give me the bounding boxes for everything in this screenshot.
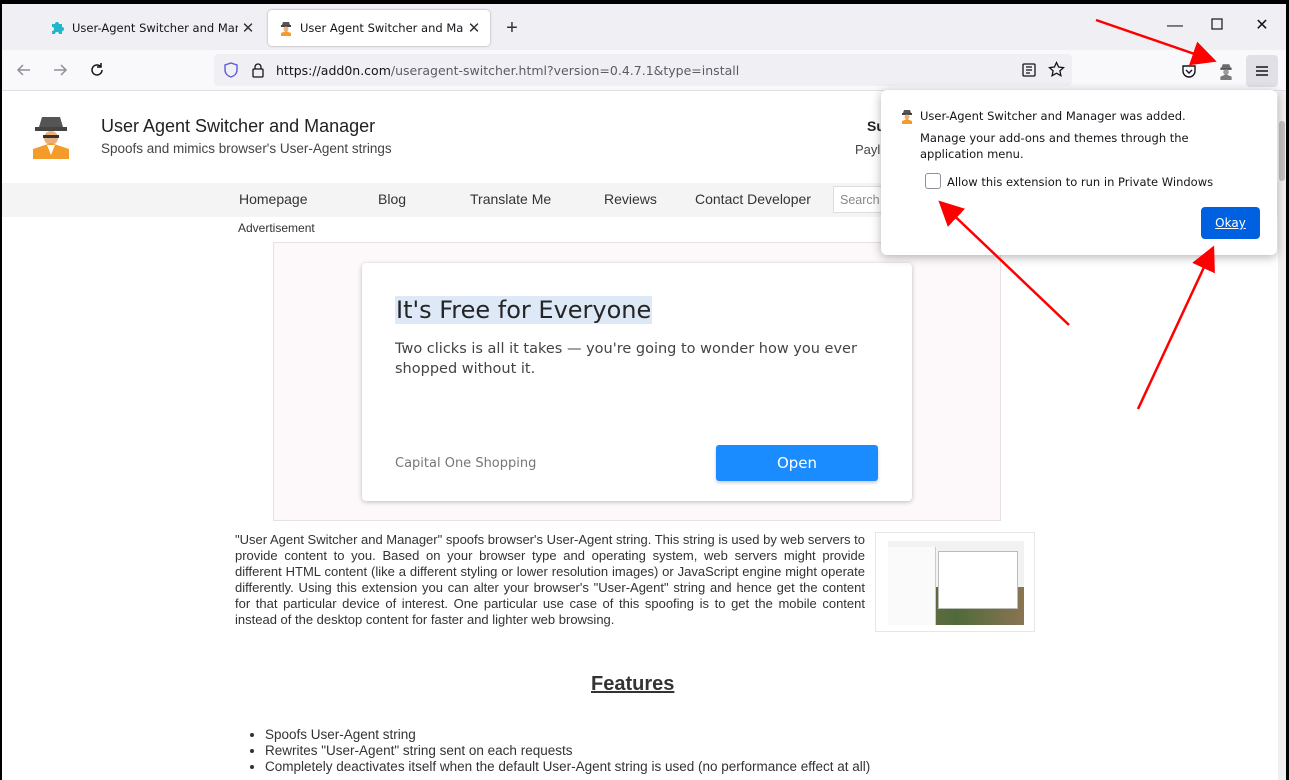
menu-blog[interactable]: Blog: [378, 191, 406, 207]
close-tab-icon[interactable]: ✕: [464, 19, 484, 37]
minimize-button[interactable]: —: [1165, 16, 1185, 36]
url-bar[interactable]: https://add0n.com/useragent-switcher.htm…: [214, 54, 1072, 86]
description-text: "User Agent Switcher and Manager" spoofs…: [235, 532, 865, 627]
site-title: User Agent Switcher and Manager: [101, 116, 376, 136]
page-scrollbar[interactable]: [1278, 91, 1286, 780]
ad-brand: Capital One Shopping: [395, 456, 537, 471]
paypal-label[interactable]: Payl: [855, 142, 880, 157]
back-arrow-icon: [16, 64, 30, 76]
thumbnail-sidebar: [888, 547, 936, 625]
ad-frame: It's Free for Everyone Two clicks is all…: [273, 242, 1001, 521]
app-menu-button[interactable]: [1246, 55, 1278, 87]
screenshot-thumbnail[interactable]: [875, 532, 1035, 632]
puzzle-icon: [50, 20, 66, 36]
okay-button[interactable]: Okay: [1201, 207, 1260, 239]
site-subtitle: Spoofs and mimics browser's User-Agent s…: [101, 141, 392, 156]
list-item: Spoofs User-Agent string: [265, 727, 870, 743]
back-button[interactable]: [12, 58, 36, 82]
close-window-button[interactable]: ✕: [1252, 16, 1272, 36]
bookmark-star-icon[interactable]: [1048, 61, 1065, 78]
private-windows-label[interactable]: Allow this extension to run in Private W…: [947, 175, 1213, 189]
list-item: Rewrites "User-Agent" string sent on eac…: [265, 743, 870, 759]
ad-title: It's Free for Everyone: [395, 296, 653, 324]
close-tab-icon[interactable]: ✕: [238, 19, 258, 37]
menu-reviews[interactable]: Reviews: [604, 191, 657, 207]
url-path: /useragent-switcher.html?version=0.4.7.1…: [390, 62, 740, 78]
list-item: Completely deactivates itself when the d…: [265, 759, 870, 775]
thumbnail-image: [888, 541, 1024, 625]
thumbnail-dialog: [938, 551, 1018, 609]
tab-title: User-Agent Switcher and Manac: [72, 21, 238, 35]
extension-agent-icon[interactable]: [1217, 62, 1235, 80]
browser-window: User-Agent Switcher and Manac ✕ User Age…: [2, 4, 1286, 780]
nav-bar: https://add0n.com/useragent-switcher.htm…: [2, 50, 1286, 91]
tab-inactive[interactable]: User-Agent Switcher and Manac ✕: [40, 10, 264, 46]
popup-body: Manage your add-ons and themes through t…: [920, 131, 1189, 161]
tab-active[interactable]: User Agent Switcher and Manac ✕: [268, 10, 490, 46]
ad-text: Two clicks is all it takes — you're goin…: [395, 341, 857, 377]
reload-button[interactable]: [85, 58, 109, 82]
site-logo: [33, 117, 69, 159]
features-heading: Features: [591, 673, 675, 695]
menu-homepage[interactable]: Homepage: [239, 191, 308, 207]
maximize-icon: [1211, 18, 1223, 30]
pocket-icon[interactable]: [1181, 63, 1197, 79]
url-text[interactable]: https://add0n.com/useragent-switcher.htm…: [276, 63, 739, 78]
private-windows-checkbox[interactable]: [925, 173, 941, 189]
new-tab-button[interactable]: +: [500, 17, 524, 40]
menu-contact[interactable]: Contact Developer: [695, 191, 811, 207]
forward-arrow-icon: [54, 64, 68, 76]
ad-label: Advertisement: [238, 221, 315, 235]
reader-view-icon[interactable]: [1021, 62, 1037, 78]
url-host: https://add0n.com: [276, 62, 391, 78]
forward-button[interactable]: [48, 58, 72, 82]
agent-icon: [902, 110, 912, 124]
ad-open-button[interactable]: Open: [716, 445, 878, 481]
agent-icon: [278, 20, 294, 36]
tab-title: User Agent Switcher and Manac: [300, 21, 464, 35]
scrollbar-thumb[interactable]: [1279, 121, 1285, 181]
popup-title: User-Agent Switcher and Manager was adde…: [920, 109, 1186, 123]
tab-strip: User-Agent Switcher and Manac ✕ User Age…: [2, 4, 1286, 50]
maximize-button[interactable]: [1207, 16, 1227, 36]
features-list: Spoofs User-Agent string Rewrites "User-…: [265, 727, 870, 775]
shield-icon[interactable]: [223, 62, 239, 78]
lock-icon[interactable]: [251, 62, 265, 78]
addon-added-popup: User-Agent Switcher and Manager was adde…: [881, 90, 1277, 255]
menu-translate[interactable]: Translate Me: [470, 191, 551, 207]
hamburger-icon: [1256, 66, 1268, 76]
reload-icon: [91, 63, 103, 76]
ad-card[interactable]: It's Free for Everyone Two clicks is all…: [362, 263, 912, 501]
